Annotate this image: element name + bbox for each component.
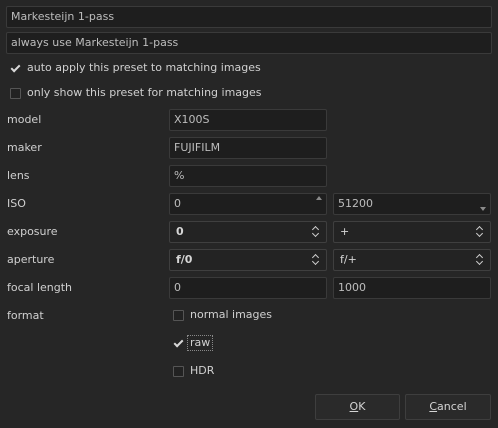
preset-description-input[interactable]: always use Markesteijn 1-pass [6, 32, 492, 54]
preset-name-input[interactable]: Markesteijn 1-pass [6, 6, 492, 28]
exposure-max-combo[interactable]: + [333, 221, 491, 243]
iso-min-value: 0 [174, 197, 181, 210]
iso-label: ISO [7, 197, 26, 210]
updown-chevron-icon [477, 226, 484, 238]
model-input[interactable]: X100S [169, 109, 327, 131]
updown-chevron-icon [313, 254, 320, 266]
maker-label: maker [7, 141, 42, 154]
maker-input[interactable]: FUJIFILM [169, 137, 327, 159]
normal-images-label: normal images [190, 308, 273, 321]
cancel-button[interactable]: Cancel [405, 394, 491, 420]
exposure-label: exposure [7, 225, 58, 238]
aperture-min-combo[interactable]: f/0 [169, 249, 327, 271]
focal-length-max-value: 1000 [338, 281, 366, 294]
focal-length-label: focal length [7, 281, 73, 294]
raw-checkbox[interactable] [173, 338, 184, 349]
focal-length-max-spinbox[interactable]: 1000 [333, 277, 491, 299]
cancel-label-rest: ancel [437, 400, 467, 413]
auto-apply-label: auto apply this preset to matching image… [27, 61, 261, 74]
iso-max-spinbox[interactable]: 51200 [333, 193, 491, 215]
aperture-label: aperture [7, 253, 55, 266]
hdr-label: HDR [190, 364, 215, 377]
iso-max-value: 51200 [338, 197, 373, 210]
exposure-max-value: + [340, 225, 350, 238]
lens-label: lens [7, 169, 30, 182]
ok-label-rest: K [358, 400, 366, 413]
cancel-mnemonic: C [429, 400, 438, 413]
exposure-min-value: 0 [176, 225, 184, 238]
iso-min-spinbox[interactable]: 0 [169, 193, 327, 215]
raw-label: raw [187, 335, 214, 351]
aperture-min-value: f/0 [176, 253, 193, 266]
focal-length-min-spinbox[interactable]: 0 [169, 277, 327, 299]
spin-up-icon[interactable] [316, 196, 322, 200]
spin-down-icon[interactable] [480, 207, 486, 211]
aperture-max-value: f/+ [340, 253, 357, 266]
lens-input[interactable]: % [169, 165, 327, 187]
model-label: model [7, 113, 42, 126]
only-show-checkbox[interactable] [10, 88, 21, 99]
updown-chevron-icon [313, 226, 320, 238]
format-label: format [7, 309, 44, 322]
hdr-checkbox[interactable] [173, 366, 184, 377]
focal-length-min-value: 0 [174, 281, 181, 294]
exposure-min-combo[interactable]: 0 [169, 221, 327, 243]
ok-button[interactable]: OK [315, 394, 400, 420]
auto-apply-checkbox[interactable] [10, 63, 21, 74]
only-show-label: only show this preset for matching image… [27, 86, 262, 99]
aperture-max-combo[interactable]: f/+ [333, 249, 491, 271]
ok-mnemonic: O [349, 400, 359, 413]
updown-chevron-icon [477, 254, 484, 266]
normal-images-checkbox[interactable] [173, 310, 184, 321]
